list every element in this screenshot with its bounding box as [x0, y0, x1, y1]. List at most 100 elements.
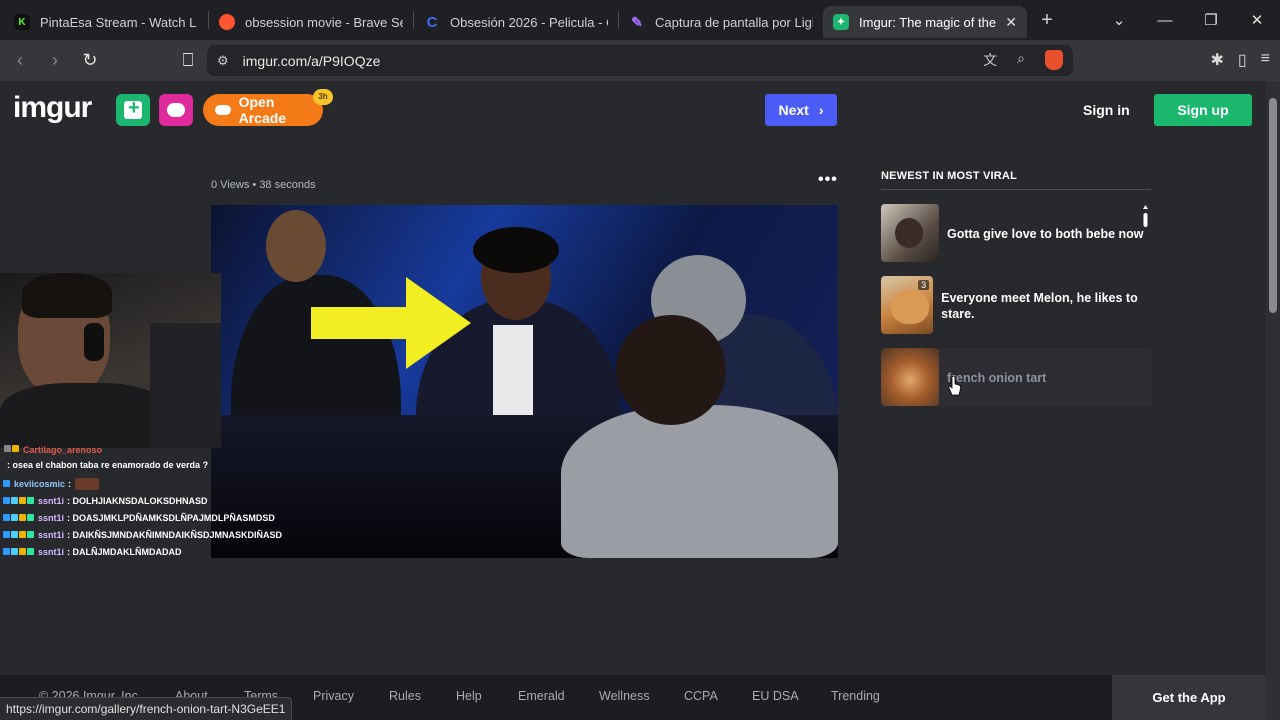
browser-tabbar: K PintaEsa Stream - Watch L obsession mo… [0, 0, 1280, 40]
footer-link-wellness[interactable]: Wellness [599, 689, 649, 703]
view-count: 0 Views [211, 179, 250, 191]
new-tab-button[interactable]: + [1027, 9, 1067, 32]
page-scrollbar-thumb[interactable] [1269, 98, 1277, 313]
tab-lightshot[interactable]: ✎ Captura de pantalla por Lightshot [619, 6, 823, 38]
chat-message: ssnt1i : DOLHJIAKNSDALOKSDHNASD [0, 492, 290, 509]
address-bar[interactable]: ⚙ imgur.com/a/P9IOQze 文 ⌕ [207, 45, 1073, 76]
zoom-icon[interactable]: ⌕ [1017, 50, 1025, 70]
bookmark-icon[interactable]: ⎕ [173, 50, 203, 71]
divider [881, 189, 1151, 190]
badge-icon [19, 497, 26, 504]
arcade-badge: 3h [313, 89, 333, 105]
sidebar-title: NEWEST IN MOST VIRAL [881, 170, 1017, 182]
sidebar-icon[interactable]: ▯ [1238, 50, 1247, 70]
brave-search-icon [219, 14, 235, 30]
chevron-right-icon: › [818, 102, 824, 118]
badge-icon [3, 548, 10, 555]
extensions-icon[interactable]: ✱ [1210, 50, 1223, 70]
badge-icon [27, 531, 34, 538]
post-image[interactable] [211, 205, 838, 558]
badge-icon [11, 531, 18, 538]
post-thumbnail [881, 348, 939, 406]
brave-shields-icon[interactable] [1045, 50, 1063, 70]
chat-message: keviicosmic : [0, 475, 290, 492]
translate-icon[interactable]: 文 [983, 50, 997, 70]
footer-link-ccpa[interactable]: CCPA [684, 689, 718, 703]
minimize-icon[interactable]: — [1142, 12, 1188, 29]
badge-icon [11, 548, 18, 555]
sidebar-post[interactable]: french onion tart [881, 348, 1151, 406]
tab-pintaesa[interactable]: K PintaEsa Stream - Watch L [4, 6, 208, 38]
badge-icon [27, 514, 34, 521]
close-tab-icon[interactable]: ✕ [1005, 14, 1017, 31]
streamer-body [0, 383, 170, 448]
headphones-icon [84, 323, 104, 361]
emote-icon [75, 477, 100, 490]
shirt [493, 325, 533, 425]
sidebar-post[interactable]: Gotta give love to both bebe now [881, 204, 1151, 262]
post-thumbnail [881, 204, 939, 262]
stream-chat: Cartilago_arenoso : osea el chabon taba … [0, 443, 290, 560]
new-post-button[interactable] [116, 94, 150, 126]
post-meta: 0 Views • 38 seconds [211, 179, 316, 191]
sign-up-button[interactable]: Sign up [1154, 94, 1252, 126]
footer-link-privacy[interactable]: Privacy [313, 689, 354, 703]
chair [150, 323, 221, 448]
tab-brave-search[interactable]: obsession movie - Brave Search [209, 6, 413, 38]
tab-obsesion[interactable]: C Obsesión 2026 - Pelicula - Cu [414, 6, 618, 38]
badge-icon [27, 548, 34, 555]
tab-search-chevron-icon[interactable]: ⌄ [1096, 11, 1142, 29]
sidebar-scrollbar[interactable] [1143, 205, 1148, 227]
chat-message: ssnt1i : DALÑJMDAKLÑMDADAD [0, 543, 290, 560]
post-age: 38 seconds [259, 179, 316, 191]
badge-icon [27, 497, 34, 504]
imgur-header: imgur Open Arcade 3h Next › Sign in Sign… [0, 81, 1266, 139]
status-bar-url: https://imgur.com/gallery/french-onion-t… [0, 697, 293, 720]
meme-gen-button[interactable] [159, 94, 193, 126]
badge-icon [3, 514, 10, 521]
figure-left-head [266, 210, 326, 282]
imgur-logo[interactable]: imgur [13, 91, 92, 125]
footer-link-trending[interactable]: Trending [831, 689, 880, 703]
chat-message: ssnt1i : DAIKÑSJMNDAKÑIMNDAIKÑSDJMNASKDI… [0, 526, 290, 543]
menu-icon[interactable]: ≡ [1261, 50, 1270, 70]
close-window-icon[interactable]: ✕ [1234, 11, 1280, 29]
tab-imgur[interactable]: ✦ Imgur: The magic of the Internet ✕ [823, 6, 1027, 38]
browser-toolbar: ‹ › ↻ ⎕ ⚙ imgur.com/a/P9IOQze 文 ⌕ ✱ ▯ ≡ [0, 40, 1280, 81]
site-settings-icon[interactable]: ⚙ [217, 53, 229, 69]
badge-icon [3, 480, 10, 487]
figure-front [561, 405, 838, 558]
badge-icon [12, 445, 19, 452]
streamer-hair [22, 273, 112, 318]
badge-icon [3, 531, 10, 538]
footer-link-eu-dsa[interactable]: EU DSA [752, 689, 799, 703]
footer-link-help[interactable]: Help [456, 689, 482, 703]
figure-front-head [616, 315, 726, 425]
badge-icon [19, 548, 26, 555]
badge-icon [3, 497, 10, 504]
footer-link-emerald[interactable]: Emerald [518, 689, 565, 703]
open-arcade-button[interactable]: Open Arcade [203, 94, 323, 126]
next-button[interactable]: Next › [765, 94, 837, 126]
back-icon[interactable]: ‹ [5, 50, 35, 71]
imgur-icon: ✦ [833, 14, 849, 30]
url-text[interactable]: imgur.com/a/P9IOQze [243, 53, 381, 69]
cuevana-icon: C [426, 13, 438, 31]
badge-icon [11, 514, 18, 521]
reload-icon[interactable]: ↻ [75, 50, 105, 71]
kick-icon: K [14, 14, 30, 30]
sidebar-post[interactable]: 3 Everyone meet Melon, he likes to stare… [881, 276, 1151, 334]
image-count: 3 [918, 280, 930, 290]
window-controls: ⌄ — ❐ ✕ [1096, 0, 1280, 40]
badge-icon [19, 531, 26, 538]
yellow-arrow-icon [311, 277, 471, 369]
badge-icon [11, 497, 18, 504]
forward-icon[interactable]: › [40, 50, 70, 71]
get-app-button[interactable]: Get the App [1112, 675, 1266, 720]
sign-in-link[interactable]: Sign in [1083, 102, 1130, 118]
restore-icon[interactable]: ❐ [1188, 11, 1234, 29]
footer-link-rules[interactable]: Rules [389, 689, 421, 703]
mouse-pointer-icon [948, 376, 961, 396]
figure-center-hair [473, 227, 559, 273]
more-options-icon[interactable]: ••• [818, 171, 838, 189]
